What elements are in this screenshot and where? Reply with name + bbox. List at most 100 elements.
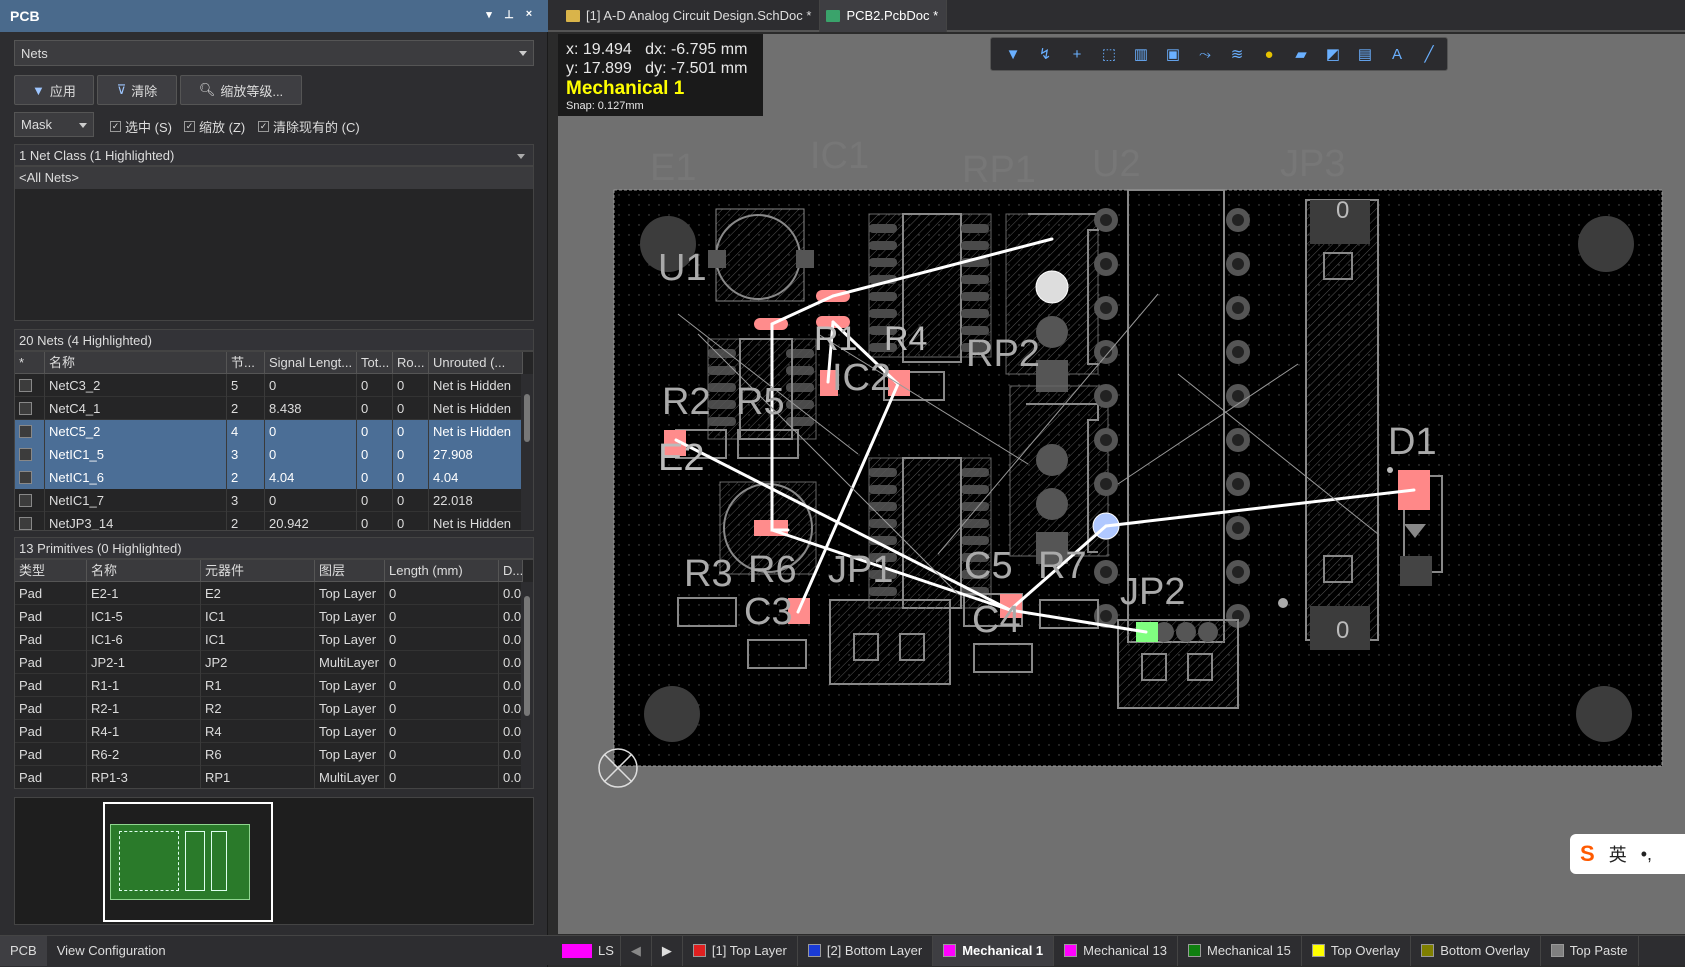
primitive-cell-d: 0.0 [499,743,523,766]
zoom-level-button[interactable]: 🔍︎ 缩放等级... [180,75,302,105]
text-icon[interactable]: A [1385,42,1409,66]
net-row[interactable]: NetIC1_6 2 4.04 0 0 4.04 [15,466,523,489]
net-cell-signal: 8.438 [265,397,357,420]
coordinate-readout: x: 19.494 dx: -6.795 mm y: 17.899 dy: -7… [558,34,763,116]
col-prim-name[interactable]: 名称 [87,560,201,582]
net-class-item[interactable]: <All Nets> [15,167,533,189]
net-row[interactable]: NetIC1_5 3 0 0 0 27.908 [15,443,523,466]
pcb-canvas[interactable]: E1 IC1 RP1 U2 JP3 U1 R1 R4 RP2 IC2 R2 R5 E2 D1 R3 R6 JP1… [558,34,1685,934]
scrollbar-thumb[interactable] [524,596,530,716]
col-star[interactable]: * [15,352,45,374]
primitives-scrollbar[interactable] [521,582,533,788]
net-color-swatch [15,420,45,443]
net-row[interactable]: NetC4_1 2 8.438 0 0 Net is Hidden [15,397,523,420]
col-type[interactable]: 类型 [15,560,87,582]
net-row[interactable]: NetC3_2 5 0 0 0 Net is Hidden [15,374,523,397]
swatch-icon[interactable] [19,402,32,415]
primitive-row[interactable]: Pad R2-1 R2 Top Layer 0 0.0 [15,697,523,720]
ime-indicator[interactable]: S 英 •, [1570,834,1685,874]
swatch-icon[interactable] [19,517,32,530]
col-component[interactable]: 元器件 [201,560,315,582]
net-row[interactable]: NetIC1_7 3 0 0 0 22.018 [15,489,523,512]
primitive-row[interactable]: Pad IC1-5 IC1 Top Layer 0 0.0 [15,605,523,628]
net-class-header[interactable]: 1 Net Class (1 Highlighted) [14,144,534,166]
primitive-row[interactable]: Pad IC1-6 IC1 Top Layer 0 0.0 [15,628,523,651]
col-unrouted[interactable]: Unrouted (... [429,352,523,374]
region-icon[interactable]: ◩ [1321,42,1345,66]
layer-tab[interactable]: Mechanical 15 [1178,935,1302,966]
primitive-row[interactable]: Pad JP2-1 JP2 MultiLayer 0 0.0 [15,651,523,674]
primitives-header[interactable]: 13 Primitives (0 Highlighted) [14,537,534,559]
plus-icon[interactable]: + [1065,42,1089,66]
close-icon[interactable]: × [522,8,536,20]
apply-button[interactable]: ▼ 应用 [14,75,94,105]
primitive-row[interactable]: Pad RP1-3 RP1 MultiLayer 0 0.0 [15,766,523,788]
select-rect-icon[interactable]: ⬚ [1097,42,1121,66]
swatch-icon[interactable] [19,425,32,438]
scrollbar-thumb[interactable] [524,394,530,442]
line-icon[interactable]: ╱ [1417,42,1441,66]
layer-tab[interactable]: Top Paste [1541,935,1639,966]
net-cell-nodes: 3 [227,489,265,512]
primitive-cell-name: IC1-5 [87,605,201,628]
panel-menu-icon[interactable]: ▾ [482,8,496,21]
snap-value: Snap: 0.127mm [566,100,644,112]
scroll-left-button[interactable]: ◀ [621,935,652,966]
nets-scrollbar[interactable] [521,374,533,530]
interactive-route-icon[interactable]: ⤳ [1193,42,1217,66]
primitive-row[interactable]: Pad R1-1 R1 Top Layer 0 0.0 [15,674,523,697]
net-cell-signal: 20.942 [265,512,357,530]
tab-schdoc[interactable]: [1] A-D Analog Circuit Design.SchDoc * [560,0,821,32]
zoom-checkbox[interactable]: ✓ 缩放 (Z) [184,117,245,136]
layer-tab[interactable]: [2] Bottom Layer [798,935,934,966]
mode-select[interactable]: Nets [14,40,534,66]
fill-icon[interactable]: ▰ [1289,42,1313,66]
clear-existing-checkbox[interactable]: ✓ 清除现有的 (C) [258,117,360,136]
layer-tab[interactable]: Mechanical 13 [1054,935,1178,966]
board-minimap[interactable] [14,797,534,925]
layer-set-button[interactable]: LS [548,935,621,966]
primitive-cell-d: 0.0 [499,628,523,651]
nets-header[interactable]: 20 Nets (4 Highlighted) [14,329,534,351]
swatch-icon[interactable] [19,494,32,507]
swatch-icon[interactable] [19,471,32,484]
col-routed[interactable]: Ro... [393,352,429,374]
net-row[interactable]: NetC5_2 4 0 0 0 Net is Hidden [15,420,523,443]
pin-icon[interactable]: ⊥ [502,8,516,21]
layer-tab[interactable]: Bottom Overlay [1411,935,1541,966]
primitive-row[interactable]: Pad R6-2 R6 Top Layer 0 0.0 [15,743,523,766]
swatch-icon[interactable] [19,379,32,392]
net-row[interactable]: NetJP3_14 2 20.942 0 0 Net is Hidden [15,512,523,530]
col-signal-length[interactable]: Signal Lengt... [265,352,357,374]
graph-icon[interactable]: ▤ [1353,42,1377,66]
col-nodes[interactable]: 节... [227,352,265,374]
primitive-cell-layer: Top Layer [315,628,385,651]
tab-pcbdoc[interactable]: PCB2.PcbDoc * [820,0,948,32]
route-icon[interactable]: ↯ [1033,42,1057,66]
component-icon[interactable]: ▣ [1161,42,1185,66]
primitive-cell-comp: JP2 [201,651,315,674]
col-length[interactable]: Length (mm) [385,560,499,582]
col-total[interactable]: Tot... [357,352,393,374]
select-checkbox[interactable]: ✓ 选中 (S) [110,117,172,136]
mask-select[interactable]: Mask [14,112,94,137]
primitive-row[interactable]: Pad R4-1 R4 Top Layer 0 0.0 [15,720,523,743]
primitive-row[interactable]: Pad E2-1 E2 Top Layer 0 0.0 [15,582,523,605]
checkmark-icon: ✓ [184,121,195,132]
layer-tab[interactable]: Top Overlay [1302,935,1412,966]
col-layer[interactable]: 图层 [315,560,385,582]
current-layer-swatch [562,943,592,958]
layer-tab[interactable]: [1] Top Layer [683,935,798,966]
clear-button[interactable]: ⊽ 清除 [97,75,177,105]
col-d[interactable]: D... [499,560,523,582]
tab-pcb[interactable]: PCB [0,936,47,966]
swatch-icon[interactable] [19,448,32,461]
col-name[interactable]: 名称 [45,352,227,374]
diff-pair-icon[interactable]: ≋ [1225,42,1249,66]
via-icon[interactable]: ● [1257,42,1281,66]
layer-tab[interactable]: Mechanical 1 [933,935,1055,966]
tab-view-configuration[interactable]: View Configuration [47,936,176,966]
filter-icon[interactable]: ▼ [1001,42,1025,66]
bar-chart-icon[interactable]: ▥ [1129,42,1153,66]
scroll-right-button[interactable]: ▶ [652,935,683,966]
